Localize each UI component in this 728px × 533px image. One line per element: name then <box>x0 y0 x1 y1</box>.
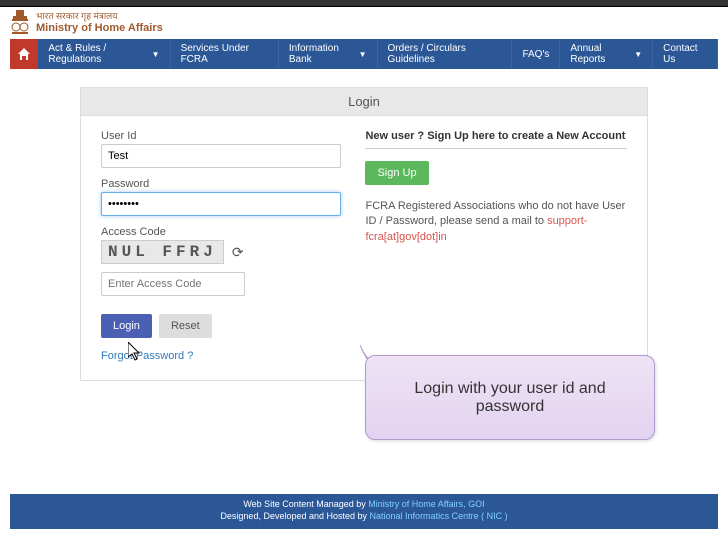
refresh-captcha-icon[interactable]: ⟳ <box>232 244 244 261</box>
signup-info: FCRA Registered Associations who do not … <box>365 199 627 245</box>
site-footer: Web Site Content Managed by Ministry of … <box>10 494 718 529</box>
nav-label: FAQ's <box>522 49 549 60</box>
caret-icon: ▼ <box>152 50 160 59</box>
main-nav: Act & Rules / Regulations ▼ Services Unde… <box>10 39 718 69</box>
login-button[interactable]: Login <box>101 314 152 338</box>
nav-orders[interactable]: Orders / Circulars Guidelines <box>378 39 513 69</box>
nav-annual-reports[interactable]: Annual Reports ▼ <box>560 39 653 69</box>
home-icon <box>17 47 31 61</box>
forgot-password-link[interactable]: Forgot Password ? <box>101 350 193 362</box>
footer-hosted-text: Designed, Developed and Hosted by <box>220 511 369 521</box>
emblem-icon <box>10 10 30 36</box>
user-id-input[interactable] <box>101 144 341 168</box>
nav-label: Act & Rules / Regulations <box>48 43 147 65</box>
instruction-callout: Login with your user id and password <box>365 355 655 440</box>
login-panel: Login User Id Password Access Code NUL F… <box>80 87 648 381</box>
nav-label: Contact Us <box>663 43 707 65</box>
nav-faqs[interactable]: FAQ's <box>512 39 560 69</box>
site-header: भारत सरकार गृह मंत्रालय Ministry of Home… <box>0 7 728 39</box>
nav-info-bank[interactable]: Information Bank ▼ <box>279 39 378 69</box>
footer-hosted-link[interactable]: National Informatics Centre ( NIC ) <box>370 511 508 521</box>
nav-home[interactable] <box>10 39 38 69</box>
access-code-input[interactable] <box>101 272 245 296</box>
panel-title: Login <box>81 88 647 116</box>
nav-label: Annual Reports <box>570 43 630 65</box>
caret-icon: ▼ <box>359 50 367 59</box>
password-input[interactable] <box>101 192 341 216</box>
signup-heading: New user ? Sign Up here to create a New … <box>365 130 627 149</box>
nav-label: Orders / Circulars Guidelines <box>388 43 502 65</box>
footer-managed-link[interactable]: Ministry of Home Affairs, GOI <box>368 499 484 509</box>
nav-act-rules[interactable]: Act & Rules / Regulations ▼ <box>38 39 170 69</box>
callout-text: Login with your user id and password <box>382 380 638 416</box>
reset-button[interactable]: Reset <box>159 314 212 338</box>
footer-managed-text: Web Site Content Managed by <box>243 499 368 509</box>
header-title-hindi: भारत सरकार गृह मंत्रालय <box>36 12 163 22</box>
nav-label: Information Bank <box>289 43 355 65</box>
caret-icon: ▼ <box>634 50 642 59</box>
signup-button[interactable]: Sign Up <box>365 161 428 185</box>
window-topbar <box>0 0 728 7</box>
captcha-image: NUL FFRJ <box>101 240 224 264</box>
user-id-label: User Id <box>101 130 341 142</box>
nav-services[interactable]: Services Under FCRA <box>171 39 279 69</box>
password-label: Password <box>101 178 341 190</box>
nav-label: Services Under FCRA <box>181 43 268 65</box>
access-code-label: Access Code <box>101 226 341 238</box>
header-title-english: Ministry of Home Affairs <box>36 22 163 34</box>
nav-contact[interactable]: Contact Us <box>653 39 718 69</box>
